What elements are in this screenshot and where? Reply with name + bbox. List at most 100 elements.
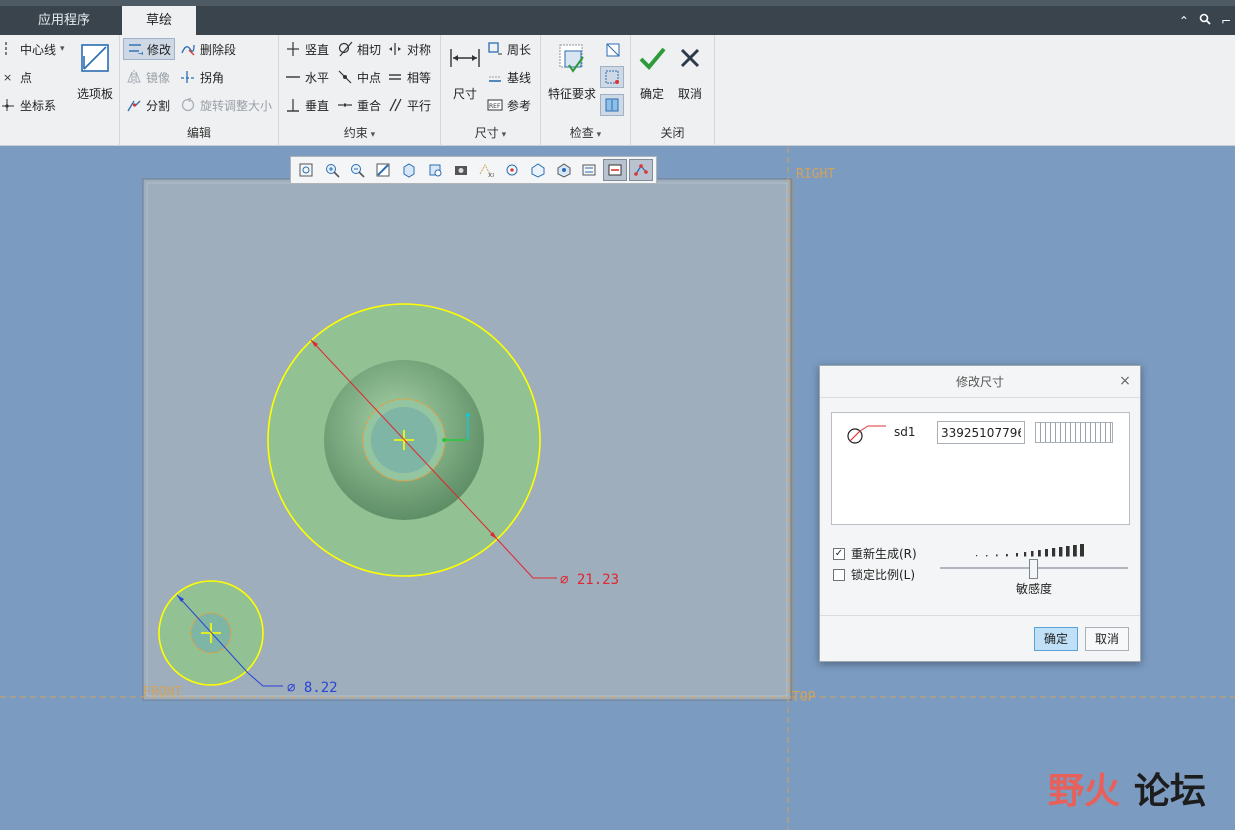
tab-sketch[interactable]: 草绘 (122, 6, 196, 35)
dialog-title[interactable]: 修改尺寸 (820, 366, 1140, 398)
sensitivity-slider-thumb[interactable] (1029, 559, 1038, 579)
overlap-icon (605, 42, 621, 58)
parallel-icon (387, 97, 403, 113)
point-icon: × (0, 69, 16, 85)
regenerate-check-box[interactable]: ✓ (833, 547, 845, 560)
rotate-resize-button[interactable]: 旋转调整大小 (180, 94, 272, 116)
cancel-button[interactable]: 取消 (674, 41, 706, 102)
baseline-button[interactable]: 基线 (487, 66, 531, 88)
small-dim-value[interactable]: ⌀ 8.22 (287, 680, 338, 696)
open-ends-icon (604, 69, 620, 85)
collapse-ribbon-icon[interactable]: ⌃ (1179, 14, 1189, 28)
equal-icon (387, 69, 403, 85)
tab-applications[interactable]: 应用程序 (8, 6, 120, 35)
zoom-in-icon[interactable] (320, 159, 344, 181)
corner-button[interactable]: 拐角 (180, 66, 224, 88)
perimeter-button[interactable]: 周长 (487, 38, 531, 60)
refit-icon[interactable] (294, 159, 318, 181)
spin-center-icon[interactable] (500, 159, 524, 181)
closed-loops-icon (604, 97, 620, 113)
zoom-out-icon[interactable] (346, 159, 370, 181)
svg-text:REF: REF (489, 103, 501, 110)
sensitivity-label: 敏感度 (1015, 582, 1052, 596)
horizontal-icon (285, 69, 301, 85)
reference-button[interactable]: REF 参考 (487, 94, 531, 116)
dialog-separator (820, 615, 1140, 616)
dimension-value-input[interactable] (937, 421, 1025, 444)
highlight-open-ends-button[interactable] (600, 66, 624, 88)
reference-icon: REF (487, 97, 503, 113)
midpoint-constraint-button[interactable]: 中点 (337, 66, 381, 88)
modify-button[interactable]: ⇥ 修改 (123, 38, 176, 60)
dimension-button[interactable]: 尺寸 (447, 41, 483, 102)
equal-constraint-button[interactable]: 相等 (387, 66, 431, 88)
coincident-constraint-button[interactable]: 重合 (337, 94, 381, 116)
lock-scale-check-box[interactable] (833, 568, 845, 581)
rotate-resize-icon (180, 97, 196, 113)
annotation-display-icon[interactable] (526, 159, 550, 181)
dimension-row[interactable]: sd1 (832, 419, 1129, 445)
named-views-icon[interactable] (449, 159, 473, 181)
diameter-dimension-icon (844, 423, 888, 448)
constrain-group: 竖直 相切 对称 水平 中点 相等 垂直 重合 平行 约束 ▾ (279, 35, 441, 146)
ribbon: 中心线 ▾ × 点 坐标系 选项板 ⇥ 修改 删除段 镜像 拐角 分割 旋转调整… (0, 35, 1235, 146)
sketch-view-icon[interactable] (552, 159, 576, 181)
sketcher-display-icon[interactable] (578, 159, 602, 181)
close-group: 确定 取消 关闭 (631, 35, 715, 146)
tangent-icon (337, 41, 353, 57)
display-style-icon[interactable] (397, 159, 421, 181)
more-icon[interactable]: ⌐ (1221, 14, 1231, 28)
disp-vertices-icon[interactable] (629, 159, 653, 181)
symmetric-icon (387, 41, 403, 57)
feature-requirements-button[interactable]: 特征要求 (546, 41, 598, 102)
point-button[interactable]: × 点 (0, 66, 32, 88)
ok-button[interactable]: 确定 (636, 41, 668, 102)
coord-system-icon (0, 97, 16, 113)
dimension-group-label[interactable]: 尺寸 (441, 124, 540, 141)
close-icon[interactable]: × (1118, 374, 1132, 388)
inspect-group-label[interactable]: 检查 (541, 124, 630, 141)
perimeter-icon (487, 41, 503, 57)
coord-system-button[interactable]: 坐标系 (0, 94, 56, 116)
parallel-constraint-button[interactable]: 平行 (387, 94, 431, 116)
vertical-constraint-button[interactable]: 竖直 (285, 38, 329, 60)
datum-right-label: RIGHT (796, 167, 835, 182)
triad-y-end (466, 413, 470, 417)
shade-closed-loops-button[interactable] (600, 94, 624, 116)
centerline-button[interactable]: 中心线 ▾ (0, 38, 65, 60)
palette-icon (78, 41, 112, 75)
coincident-icon (337, 97, 353, 113)
constrain-group-label[interactable]: 约束 (279, 124, 440, 141)
search-icon[interactable] (1199, 13, 1211, 28)
corner-icon (180, 69, 196, 85)
divide-icon (126, 97, 142, 113)
large-dim-value[interactable]: ⌀ 21.23 (560, 572, 619, 588)
lock-scale-checkbox[interactable]: 锁定比例(L) (833, 566, 915, 583)
overlapping-geometry-button[interactable] (602, 39, 624, 61)
datum-display-icon[interactable]: xx (474, 159, 498, 181)
perpendicular-icon (285, 97, 301, 113)
repaint-icon[interactable] (371, 159, 395, 181)
delete-segment-button[interactable]: 删除段 (180, 38, 236, 60)
symmetric-constraint-button[interactable]: 对称 (387, 38, 431, 60)
mirror-icon (126, 69, 142, 85)
triad-x-end (442, 438, 446, 442)
dialog-ok-button[interactable]: 确定 (1034, 627, 1078, 651)
palette-button[interactable]: 选项板 (74, 41, 116, 102)
midpoint-icon (337, 69, 353, 85)
regenerate-checkbox[interactable]: ✓ 重新生成(R) (833, 545, 917, 562)
dimension-name: sd1 (894, 425, 916, 439)
horizontal-constraint-button[interactable]: 水平 (285, 66, 329, 88)
mirror-button[interactable]: 镜像 (126, 66, 170, 88)
dialog-cancel-button[interactable]: 取消 (1085, 627, 1129, 651)
saved-orientations-icon[interactable] (423, 159, 447, 181)
divide-button[interactable]: 分割 (126, 94, 170, 116)
svg-text:⇥: ⇥ (138, 49, 143, 57)
close-icon (673, 41, 707, 75)
value-thumbwheel[interactable] (1035, 422, 1113, 443)
tangent-constraint-button[interactable]: 相切 (337, 38, 381, 60)
disp-constraints-icon[interactable] (603, 159, 628, 181)
feature-requirements-icon (555, 41, 589, 75)
perpendicular-constraint-button[interactable]: 垂直 (285, 94, 329, 116)
dimension-list: sd1 (831, 412, 1130, 525)
